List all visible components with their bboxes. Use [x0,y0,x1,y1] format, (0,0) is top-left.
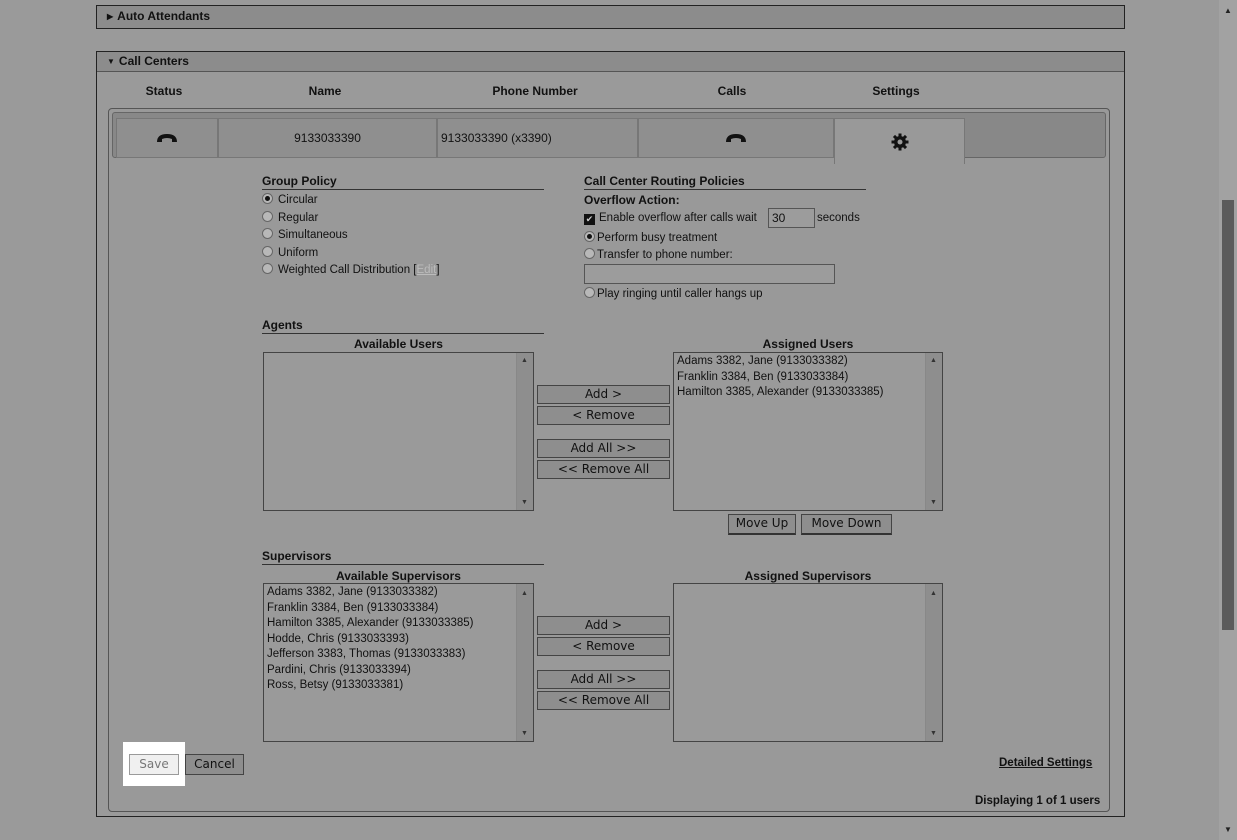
displaying-count: Displaying 1 of 1 users [975,795,1101,807]
edit-link[interactable]: Edit [417,264,437,276]
move-up-button[interactable]: Move Up [728,514,796,535]
supervisors-remove-all-button[interactable]: << Remove All [537,691,670,710]
save-button[interactable]: Save [129,754,179,775]
radio-button[interactable] [262,228,273,239]
assigned-users-label: Assigned Users [762,337,854,351]
scroll-up-icon[interactable]: ▲ [1224,6,1232,15]
name-cell[interactable]: 9133033390 [218,118,437,158]
column-header-status[interactable]: Status [104,84,224,98]
status-cell [116,118,218,158]
agents-add-all-button[interactable]: Add All >> [537,439,670,458]
list-item[interactable]: Adams 3382, Jane (9133033382) [677,354,939,370]
assigned-supervisors-list[interactable]: ▲ ▼ [673,583,943,742]
radio-button[interactable] [584,248,595,259]
radio-button[interactable] [262,193,273,204]
assigned-supervisors-label: Assigned Supervisors [744,569,872,583]
list-item[interactable]: Franklin 3384, Ben (9133033384) [677,370,939,386]
enable-overflow-checkbox[interactable]: ✔ [584,214,595,225]
radio-uniform[interactable]: Uniform [262,245,440,263]
phone-icon [157,134,177,142]
phone-icon [726,134,746,142]
column-header-phone[interactable]: Phone Number [475,84,595,98]
settings-cell[interactable] [834,118,965,164]
list-item[interactable]: Ross, Betsy (9133033381) [267,678,530,694]
overflow-wait-input[interactable]: 30 [768,208,815,228]
supervisors-remove-button[interactable]: < Remove [537,637,670,656]
agents-title: Agents [262,317,544,334]
phone-number-text: 9133033390 (x3390) [441,131,552,145]
collapse-arrow-icon: ▼ [107,57,115,66]
seconds-label: seconds [817,212,860,224]
auto-attendants-title: Auto Attendants [117,9,211,23]
scroll-thumb[interactable] [1222,200,1234,630]
radio-busy-treatment[interactable]: Perform busy treatment [584,230,717,248]
list-scrollbar[interactable]: ▲ ▼ [516,584,533,741]
call-centers-title: Call Centers [118,54,189,68]
agents-remove-all-button[interactable]: << Remove All [537,460,670,479]
supervisors-title: Supervisors [262,548,544,565]
radio-play-ringing[interactable]: Play ringing until caller hangs up [584,286,763,304]
transfer-number-input[interactable] [584,264,835,284]
calls-cell[interactable] [638,118,834,158]
list-item[interactable]: Hamilton 3385, Alexander (9133033385) [677,385,939,401]
available-supervisors-label: Available Supervisors [336,569,461,583]
list-item[interactable]: Pardini, Chris (9133033394) [267,663,530,679]
radio-button[interactable] [584,287,595,298]
radio-transfer[interactable]: Transfer to phone number: [584,247,733,265]
assigned-users-list[interactable]: Adams 3382, Jane (9133033382) Franklin 3… [673,352,943,511]
scroll-down-icon[interactable]: ▼ [1224,825,1232,834]
overflow-title: Overflow Action: [584,193,680,207]
list-item[interactable]: Jefferson 3383, Thomas (9133033383) [267,647,530,663]
list-item[interactable]: Hodde, Chris (9133033393) [267,632,530,648]
list-item[interactable]: Franklin 3384, Ben (9133033384) [267,601,530,617]
detailed-settings-link[interactable]: Detailed Settings [999,757,1092,769]
list-scrollbar[interactable]: ▲ ▼ [925,353,942,510]
cancel-button[interactable]: Cancel [185,754,244,775]
group-policy-title: Group Policy [262,173,544,190]
radio-weighted[interactable]: Weighted Call Distribution [Edit] [262,262,440,280]
column-header-settings[interactable]: Settings [836,84,956,98]
agents-add-button[interactable]: Add > [537,385,670,404]
supervisors-add-all-button[interactable]: Add All >> [537,670,670,689]
gear-icon [891,133,908,150]
radio-regular[interactable]: Regular [262,210,440,228]
group-policy-options: Circular Regular Simultaneous Uniform We… [262,192,440,280]
auto-attendants-section[interactable]: ▶ Auto Attendants [96,5,1125,29]
page-scrollbar[interactable]: ▲ ▼ [1219,0,1237,840]
list-scrollbar[interactable]: ▲ ▼ [925,584,942,741]
radio-button[interactable] [584,231,595,242]
radio-button[interactable] [262,210,273,222]
call-centers-header[interactable]: ▼ Call Centers [97,52,1124,72]
column-header-calls[interactable]: Calls [672,84,792,98]
available-users-list[interactable]: ▲ ▼ [263,352,534,511]
column-header-name[interactable]: Name [265,84,385,98]
routing-title: Call Center Routing Policies [584,173,866,190]
list-item[interactable]: Adams 3382, Jane (9133033382) [267,585,530,601]
available-users-label: Available Users [354,337,443,351]
radio-button[interactable] [262,245,273,257]
radio-circular[interactable]: Circular [262,192,440,210]
move-down-button[interactable]: Move Down [801,514,892,535]
phone-cell[interactable]: 9133033390 (x3390) [437,118,638,158]
agents-remove-button[interactable]: < Remove [537,406,670,425]
supervisors-add-button[interactable]: Add > [537,616,670,635]
enable-overflow-row: ✔ Enable overflow after calls wait [584,212,757,225]
available-supervisors-list[interactable]: Adams 3382, Jane (9133033382) Franklin 3… [263,583,534,742]
radio-button[interactable] [262,263,273,274]
radio-simultaneous[interactable]: Simultaneous [262,227,440,245]
expand-arrow-icon: ▶ [107,12,114,21]
list-scrollbar[interactable]: ▲ ▼ [516,353,533,510]
list-item[interactable]: Hamilton 3385, Alexander (9133033385) [267,616,530,632]
